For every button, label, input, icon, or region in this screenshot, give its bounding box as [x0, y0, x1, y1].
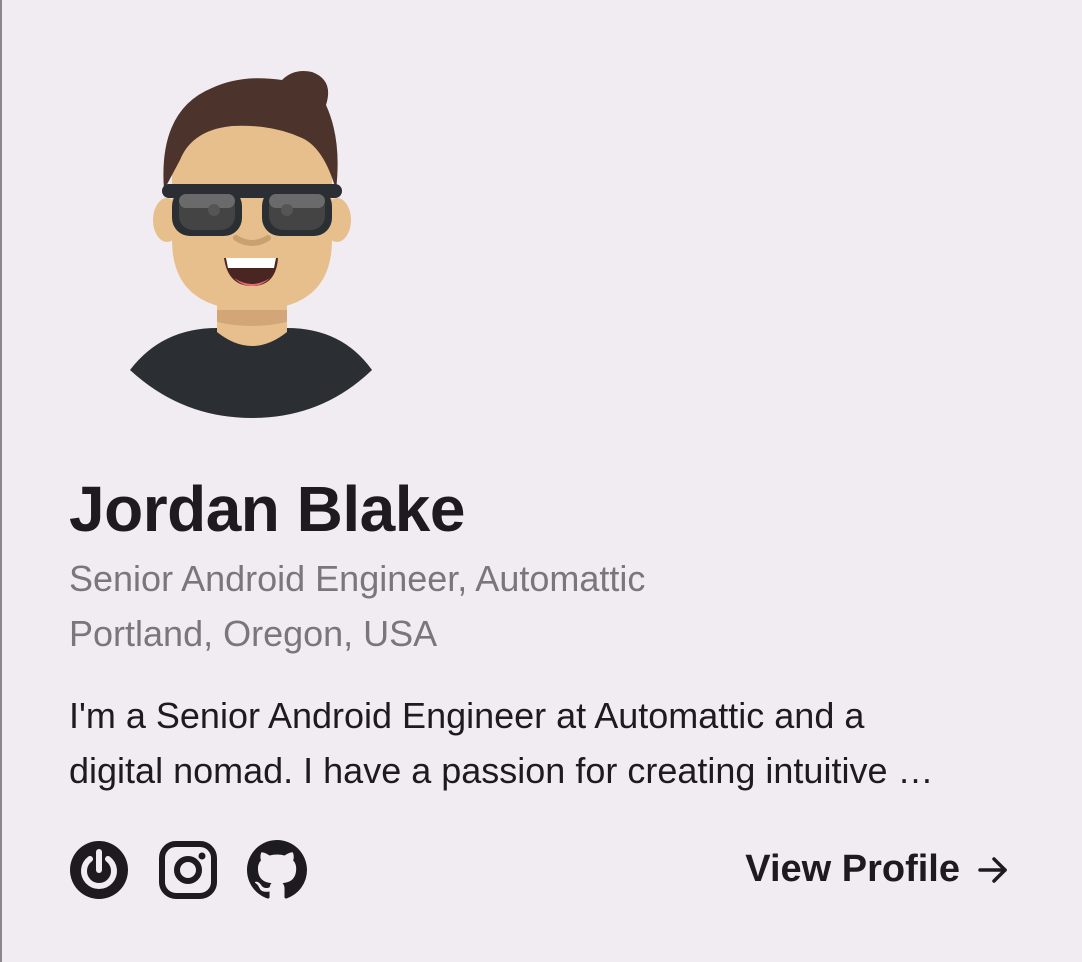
arrow-right-icon — [978, 856, 1007, 883]
profile-job-title: Senior Android Engineer, Automattic — [69, 558, 646, 599]
instagram-icon[interactable] — [158, 840, 218, 900]
social-links — [69, 840, 307, 900]
profile-location: Portland, Oregon, USA — [69, 613, 438, 654]
power-icon[interactable] — [69, 840, 129, 900]
github-icon[interactable] — [247, 840, 307, 900]
bio-line: digital nomad. I have a passion for crea… — [69, 750, 934, 791]
profile-card: Jordan Blake Senior Android Engineer, Au… — [0, 0, 1082, 962]
profile-bio: I'm a Senior Android Engineer at Automat… — [69, 688, 1009, 798]
bio-line: I'm a Senior Android Engineer at Automat… — [69, 695, 865, 736]
view-profile-label: View Profile — [745, 848, 960, 890]
profile-name: Jordan Blake — [69, 473, 465, 545]
view-profile-button[interactable]: View Profile — [745, 848, 1010, 891]
avatar — [130, 71, 372, 418]
